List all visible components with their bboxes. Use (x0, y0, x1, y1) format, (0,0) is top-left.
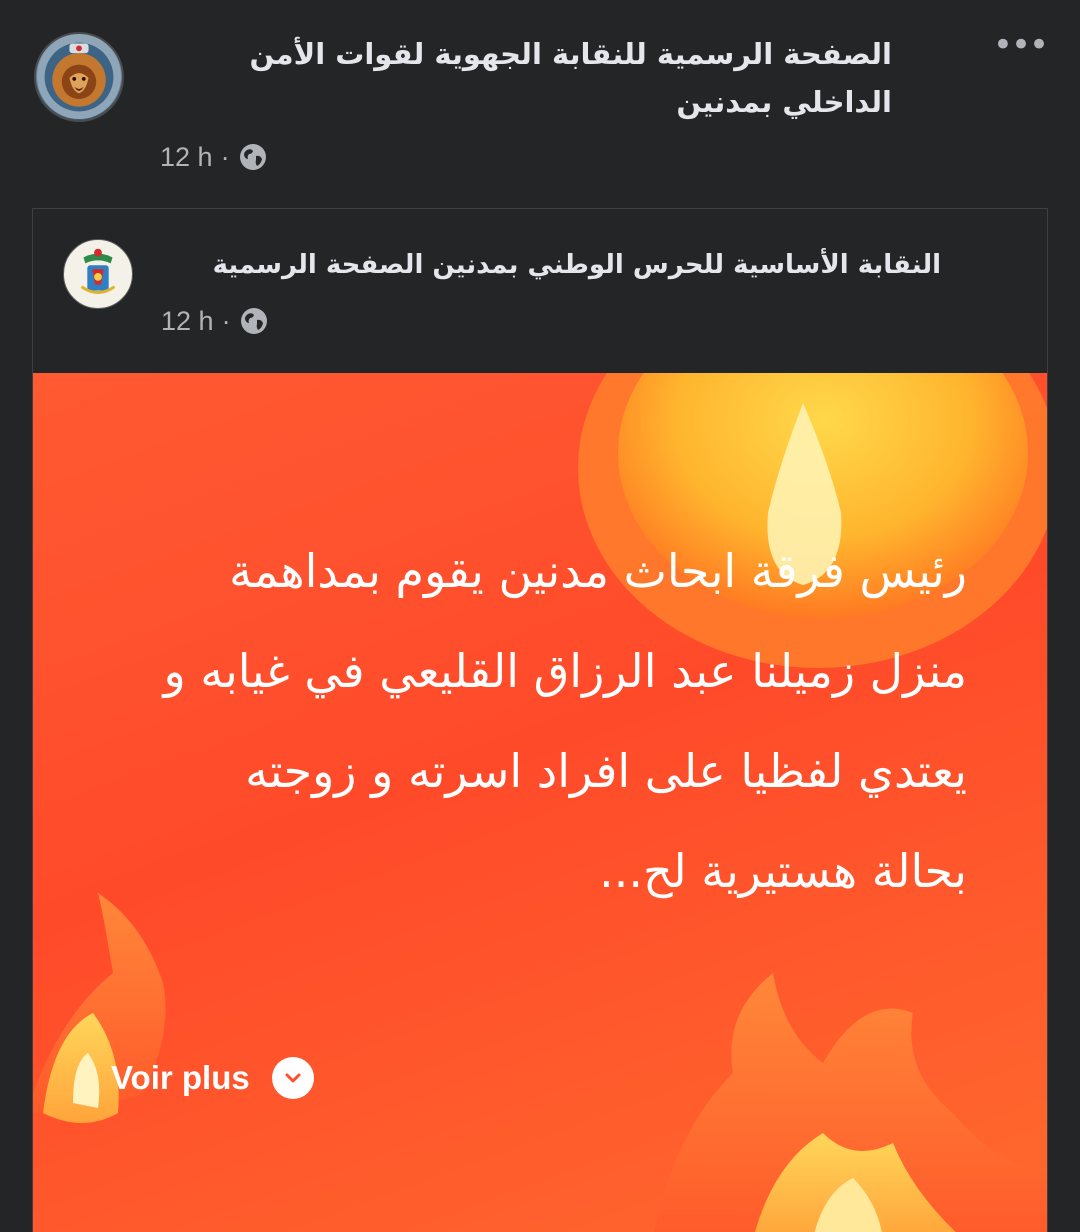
see-more-button[interactable]: Voir plus (111, 1057, 314, 1099)
meta-separator: · (221, 305, 231, 336)
chevron-down-icon[interactable] (271, 1057, 314, 1099)
shared-post-card[interactable]: النقابة الأساسية للحرس الوطني بمدنين الص… (32, 208, 1048, 1232)
shared-post-timestamp[interactable]: 12 h (161, 306, 214, 337)
facebook-post-screen: الصفحة الرسمية للنقابة الجهوية لقوات الأ… (0, 0, 1080, 1232)
more-options-icon[interactable]: ••• (990, 28, 1050, 62)
shared-page-avatar[interactable] (63, 239, 133, 309)
page-avatar[interactable] (34, 32, 124, 122)
national-guard-emblem-icon (64, 240, 132, 308)
post-timestamp[interactable]: 12 h (160, 142, 213, 173)
post-meta: 12 h · (160, 139, 268, 175)
status-background[interactable]: رئيس فرقة ابحاث مدنين يقوم بمداهمة منزل … (33, 373, 1047, 1232)
see-more-label[interactable]: Voir plus (111, 1059, 250, 1097)
lion-emblem-icon (36, 34, 122, 120)
globe-icon[interactable] (239, 306, 269, 336)
page-name[interactable]: الصفحة الرسمية للنقابة الجهوية لقوات الأ… (132, 30, 892, 126)
shared-page-name[interactable]: النقابة الأساسية للحرس الوطني بمدنين الص… (141, 245, 941, 285)
post-header: الصفحة الرسمية للنقابة الجهوية لقوات الأ… (0, 0, 1080, 200)
status-text: رئيس فرقة ابحاث مدنين يقوم بمداهمة منزل … (163, 544, 967, 898)
globe-icon[interactable] (238, 142, 268, 172)
meta-separator: · (220, 141, 230, 172)
shared-post-header: النقابة الأساسية للحرس الوطني بمدنين الص… (33, 209, 1047, 373)
shared-post-meta: 12 h · (161, 303, 269, 339)
